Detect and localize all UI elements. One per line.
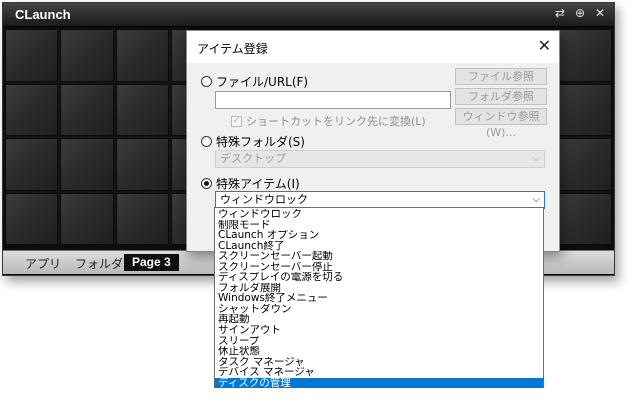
launcher-slot[interactable] xyxy=(115,138,170,191)
launcher-titlebar[interactable]: CLaunch ⇄ ⊕ ✕ xyxy=(3,3,614,27)
special-folder-radio[interactable]: 特殊フォルダ(S) xyxy=(201,133,305,150)
dropdown-option[interactable]: ディスクの管理 xyxy=(215,377,543,389)
special-folder-label: 特殊フォルダ(S) xyxy=(216,135,305,149)
browse-file-button[interactable]: ファイル参照(B)... xyxy=(455,68,547,99)
launcher-slot[interactable] xyxy=(5,83,59,136)
tab-apps[interactable]: アプリ xyxy=(25,255,61,272)
check-icon: ✓ xyxy=(231,115,242,127)
launcher-slot[interactable] xyxy=(60,29,114,82)
browse-folder-button[interactable]: フォルダ参照(R)... xyxy=(455,88,547,119)
special-item-radio[interactable]: 特殊アイテム(I) xyxy=(201,175,300,192)
special-item-dropdown-list: ウィンドウロック 制限モード CLaunch オプション CLaunch終了 スクリーン… xyxy=(214,207,544,389)
dropdown-option[interactable]: ディスプレイの電源を切る xyxy=(215,272,543,283)
dropdown-option[interactable]: CLaunch オプション xyxy=(215,230,543,241)
browse-window-button[interactable]: ウィンドウ参照(W)... xyxy=(455,108,547,139)
dropdown-option[interactable]: 再起動 xyxy=(215,314,543,325)
launcher-slot[interactable] xyxy=(5,138,59,191)
convert-shortcut-checkbox[interactable]: ✓ ショートカットをリンク先に変換(L) xyxy=(231,113,426,129)
dropdown-option[interactable]: CLaunch終了 xyxy=(215,241,543,252)
dropdown-option[interactable]: 休止状態 xyxy=(215,346,543,357)
dropdown-option[interactable]: スクリーンセーバー起動 xyxy=(215,251,543,262)
launcher-slot[interactable] xyxy=(558,29,612,82)
dropdown-option[interactable]: Windows終了メニュー xyxy=(215,293,543,304)
pin-icon[interactable]: ⊕ xyxy=(572,6,588,20)
launcher-title: CLaunch xyxy=(15,7,71,22)
launcher-slot[interactable] xyxy=(115,83,170,136)
radio-icon xyxy=(201,178,212,189)
dropdown-option[interactable]: サインアウト xyxy=(215,325,543,336)
swap-icon[interactable]: ⇄ xyxy=(552,6,568,20)
special-folder-value: デスクトップ xyxy=(220,152,286,165)
dropdown-option[interactable]: タスク マネージャ xyxy=(215,357,543,368)
special-item-value: ウィンドウロック xyxy=(220,193,308,206)
launcher-slot[interactable] xyxy=(60,138,114,191)
radio-icon xyxy=(201,76,212,87)
launcher-slot[interactable] xyxy=(5,29,59,82)
launcher-slot[interactable] xyxy=(558,138,612,191)
file-url-radio[interactable]: ファイル/URL(F) xyxy=(201,73,308,90)
launcher-slot[interactable] xyxy=(115,29,170,82)
launcher-slot[interactable] xyxy=(558,192,612,245)
launcher-slot[interactable] xyxy=(5,192,59,245)
launcher-slot[interactable] xyxy=(60,83,114,136)
dropdown-option[interactable]: フォルダ展開 xyxy=(215,283,543,294)
dropdown-option[interactable]: デバイス マネージャ xyxy=(215,367,543,378)
dropdown-option[interactable]: シャットダウン xyxy=(215,304,543,315)
close-icon[interactable]: ✕ xyxy=(592,6,608,20)
chevron-down-icon: ⌵ xyxy=(532,153,540,164)
special-item-label: 特殊アイテム(I) xyxy=(216,177,300,191)
dialog-title: アイテム登録 xyxy=(197,42,268,56)
file-path-input[interactable] xyxy=(215,91,451,109)
close-icon[interactable]: ✕ xyxy=(538,36,551,55)
tab-page-3[interactable]: Page 3 xyxy=(124,254,179,271)
launcher-slot[interactable] xyxy=(115,192,170,245)
dropdown-option[interactable]: スリープ xyxy=(215,336,543,347)
convert-shortcut-label: ショートカットをリンク先に変換(L) xyxy=(246,115,426,128)
dropdown-option[interactable]: スクリーンセーバー停止 xyxy=(215,262,543,273)
chevron-down-icon: ⌵ xyxy=(532,194,540,205)
launcher-slot[interactable] xyxy=(60,192,114,245)
launcher-slot[interactable] xyxy=(558,83,612,136)
file-url-label: ファイル/URL(F) xyxy=(216,75,309,89)
dropdown-option[interactable]: ウィンドウロック xyxy=(215,209,543,220)
special-folder-select[interactable]: デスクトップ ⌵ xyxy=(215,150,545,168)
tab-folder[interactable]: フォルダ xyxy=(75,255,123,272)
radio-icon xyxy=(201,136,212,147)
dropdown-option[interactable]: 制限モード xyxy=(215,220,543,231)
